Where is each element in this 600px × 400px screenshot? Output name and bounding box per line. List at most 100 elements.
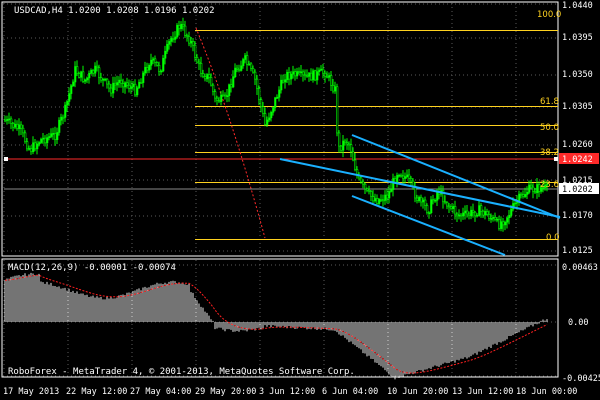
candle-body: [98, 67, 101, 79]
candle-body: [530, 184, 533, 188]
candle-body: [230, 84, 233, 88]
candle-body: [474, 211, 477, 217]
candle-body: [252, 68, 255, 73]
candle-body: [68, 93, 71, 102]
candle-body: [86, 77, 89, 81]
red-price-tag-text: 1.0242: [562, 155, 593, 165]
candle-body: [156, 62, 159, 66]
candle-body: [210, 77, 213, 86]
candle-body: [346, 142, 349, 145]
candle-body: [274, 97, 277, 108]
candle-body: [178, 25, 181, 30]
chart-title-ohlc: USDCAD,H4 1.0200 1.0208 1.0196 1.0202: [14, 6, 214, 16]
candle-body: [370, 191, 373, 197]
candle-body: [384, 194, 387, 201]
candle-body: [376, 198, 379, 204]
dotted-trendline[interactable]: [195, 27, 266, 239]
candle-body: [48, 136, 51, 138]
candle-body: [500, 221, 503, 229]
red-level-handle-left[interactable]: [4, 157, 8, 161]
candle-body: [288, 71, 291, 80]
candle-body: [236, 67, 239, 70]
candle-body: [258, 88, 261, 101]
bid-price-tag-text: 1.0202: [562, 185, 593, 195]
candle-body: [196, 57, 199, 63]
candle-body: [10, 118, 13, 124]
candle-body: [184, 25, 187, 36]
candle-body: [532, 186, 535, 192]
chart-window[interactable]: USDCAD,H4 1.0200 1.0208 1.0196 1.0202 MA…: [0, 0, 600, 400]
candle-body: [116, 82, 119, 86]
candle-body: [222, 94, 225, 97]
candle-body: [8, 118, 11, 121]
candle-body: [198, 61, 201, 64]
candle-body: [310, 72, 313, 81]
candle-body: [250, 63, 253, 69]
candle-body: [76, 66, 79, 74]
time-tick: 18 Jun 00:00: [516, 387, 577, 397]
candle-body: [84, 79, 87, 82]
time-tick: 22 May 12:00: [66, 387, 127, 397]
candle-body: [456, 213, 459, 217]
candle-body: [330, 75, 333, 86]
candle-body: [426, 205, 429, 214]
candle-body: [478, 205, 481, 216]
candle-body: [190, 41, 193, 44]
time-tick: 27 May 04:00: [130, 387, 191, 397]
candle-body: [218, 100, 221, 102]
candle-body: [352, 151, 355, 161]
candle-body: [64, 104, 67, 118]
candle-body: [504, 221, 507, 226]
candle-body: [262, 106, 265, 114]
candle-body: [498, 218, 501, 229]
fib-label-100: 100.0: [537, 10, 561, 20]
candle-body: [206, 74, 209, 80]
candle-body: [444, 201, 447, 204]
candle-body: [314, 70, 317, 81]
candle-body: [220, 94, 223, 102]
macd-axis: 0.00463 0.00 -0.00425: [562, 263, 600, 384]
candle-body: [214, 91, 217, 99]
candle-body: [26, 141, 29, 150]
candle-body: [46, 137, 49, 144]
candle-body: [254, 71, 257, 80]
candle-body: [398, 174, 401, 177]
candle-body: [112, 82, 115, 94]
candle-body: [148, 65, 151, 71]
candle-body: [90, 70, 93, 74]
candle-body: [260, 99, 263, 107]
candle-body: [82, 71, 85, 82]
candle-body: [348, 143, 351, 146]
candle-body: [268, 117, 271, 121]
candle-body: [318, 69, 321, 72]
candle-body: [416, 197, 419, 201]
candle-body: [248, 63, 251, 66]
candle-body: [142, 72, 145, 83]
candle-body: [296, 71, 299, 77]
candle-body: [436, 191, 439, 201]
candle-body: [528, 184, 531, 193]
candle-body: [92, 70, 95, 74]
candle-body: [80, 71, 83, 78]
candle-body: [246, 55, 249, 65]
candle-body: [336, 86, 339, 134]
macd-title: MACD(12,26,9) -0.00001 -0.00074: [8, 263, 176, 273]
candle-body: [208, 74, 211, 78]
candle-body: [464, 210, 467, 214]
channel-lower-line[interactable]: [351, 195, 506, 256]
candle-body: [114, 82, 117, 86]
candle-body: [494, 217, 497, 220]
candle-body: [476, 214, 479, 217]
channel-upper-line[interactable]: [279, 158, 561, 218]
candle-body: [292, 71, 295, 75]
fib-label-61-8: 61.8: [540, 97, 559, 107]
candle-body: [194, 44, 197, 58]
candle-body: [460, 214, 463, 217]
candle-body: [496, 218, 499, 221]
candle-body: [332, 85, 335, 92]
candle-body: [30, 148, 33, 153]
candle-body: [102, 78, 105, 81]
candle-body: [396, 175, 399, 183]
candle-body: [180, 23, 183, 30]
candle-body: [200, 63, 203, 74]
